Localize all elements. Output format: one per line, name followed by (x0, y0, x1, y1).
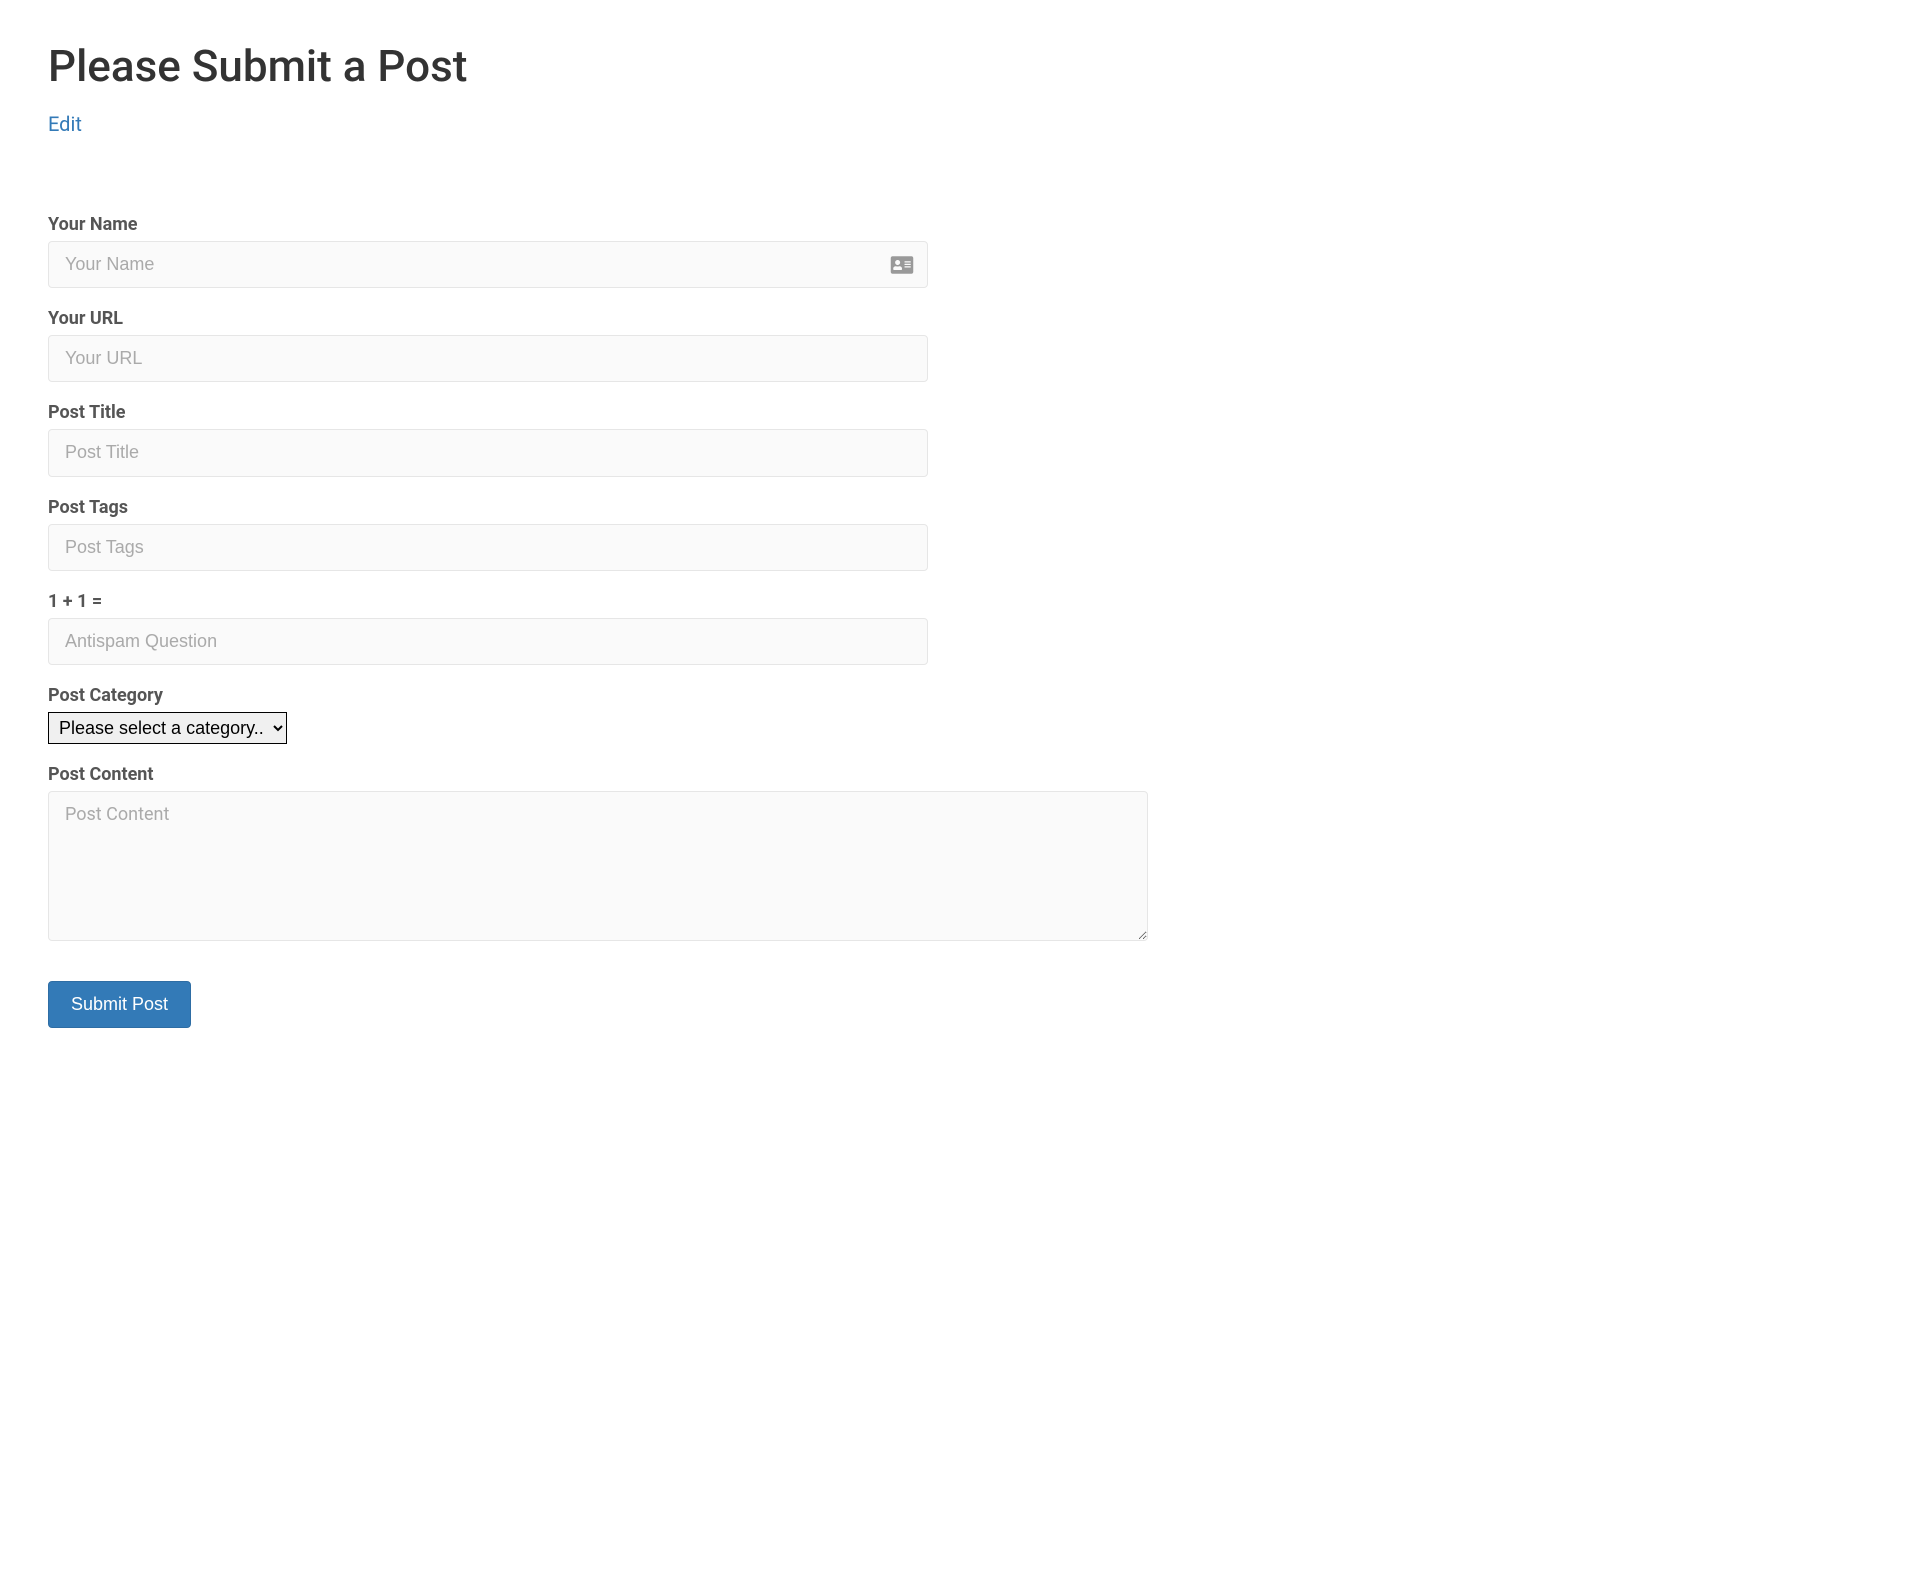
form-group-antispam: 1 + 1 = (48, 591, 1862, 665)
content-textarea[interactable] (48, 791, 1148, 941)
page-title: Please Submit a Post (48, 40, 1862, 92)
form-group-post-tags: Post Tags (48, 497, 1862, 571)
post-title-input[interactable] (48, 429, 928, 476)
form-group-post-title: Post Title (48, 402, 1862, 476)
antispam-input[interactable] (48, 618, 928, 665)
edit-link[interactable]: Edit (48, 112, 82, 136)
submit-post-form: Your Name Your URL Post Title Post Tags … (48, 214, 1862, 1028)
name-input[interactable] (48, 241, 928, 288)
name-label: Your Name (48, 214, 1862, 235)
form-group-name: Your Name (48, 214, 1862, 288)
post-tags-input[interactable] (48, 524, 928, 571)
antispam-label: 1 + 1 = (48, 591, 1862, 612)
post-tags-label: Post Tags (48, 497, 1862, 518)
contact-card-icon (890, 255, 914, 275)
form-group-content: Post Content (48, 764, 1862, 945)
form-group-category: Post Category Please select a category.. (48, 685, 1862, 744)
category-label: Post Category (48, 685, 1862, 706)
category-select[interactable]: Please select a category.. (48, 712, 287, 744)
content-label: Post Content (48, 764, 1862, 785)
url-input[interactable] (48, 335, 928, 382)
post-title-label: Post Title (48, 402, 1862, 423)
url-label: Your URL (48, 308, 1862, 329)
form-group-url: Your URL (48, 308, 1862, 382)
submit-post-button[interactable]: Submit Post (48, 981, 191, 1028)
